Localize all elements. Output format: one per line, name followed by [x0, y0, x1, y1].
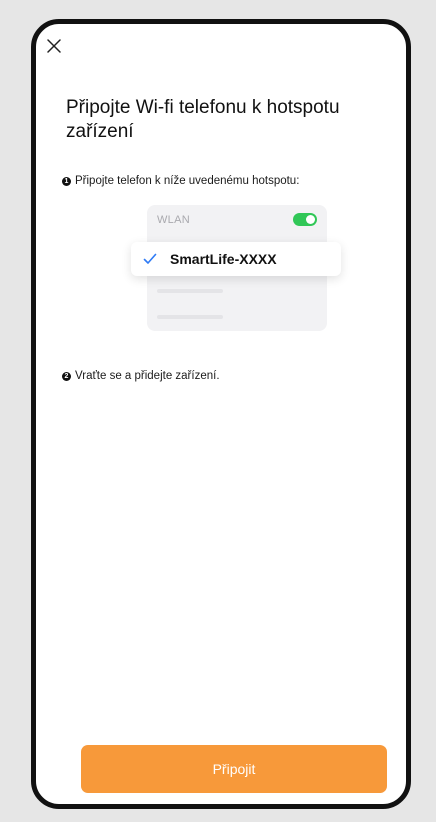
- connect-button[interactable]: Připojit: [81, 745, 387, 793]
- toggle-knob: [306, 215, 315, 224]
- step-1-text: Připojte telefon k níže uvedenému hotspo…: [75, 175, 300, 187]
- step-1-number: 1: [62, 176, 71, 186]
- wlan-row: WLAN: [157, 213, 317, 226]
- network-placeholder-line: [157, 315, 223, 319]
- page-title: Připojte Wi-fi telefonu k hotspotu zaříz…: [66, 97, 340, 142]
- step-2-number: 2: [62, 371, 71, 381]
- checkmark-icon: [143, 252, 157, 266]
- wlan-toggle-icon: [293, 213, 317, 226]
- network-placeholder-line: [157, 289, 223, 293]
- step-2: 2 Vraťte se a přidejte zařízení.: [62, 370, 220, 382]
- step-1: 1 Připojte telefon k níže uvedenému hots…: [62, 175, 299, 187]
- close-button[interactable]: [40, 32, 68, 60]
- step-2-text: Vraťte se a přidejte zařízení.: [75, 370, 220, 382]
- selected-network-row: SmartLife-XXXX: [131, 242, 341, 276]
- wlan-label: WLAN: [157, 213, 190, 226]
- network-name: SmartLife-XXXX: [170, 251, 277, 267]
- close-icon: [47, 39, 61, 53]
- phone-frame: Připojte Wi-fi telefonu k hotspotu zaříz…: [31, 19, 411, 809]
